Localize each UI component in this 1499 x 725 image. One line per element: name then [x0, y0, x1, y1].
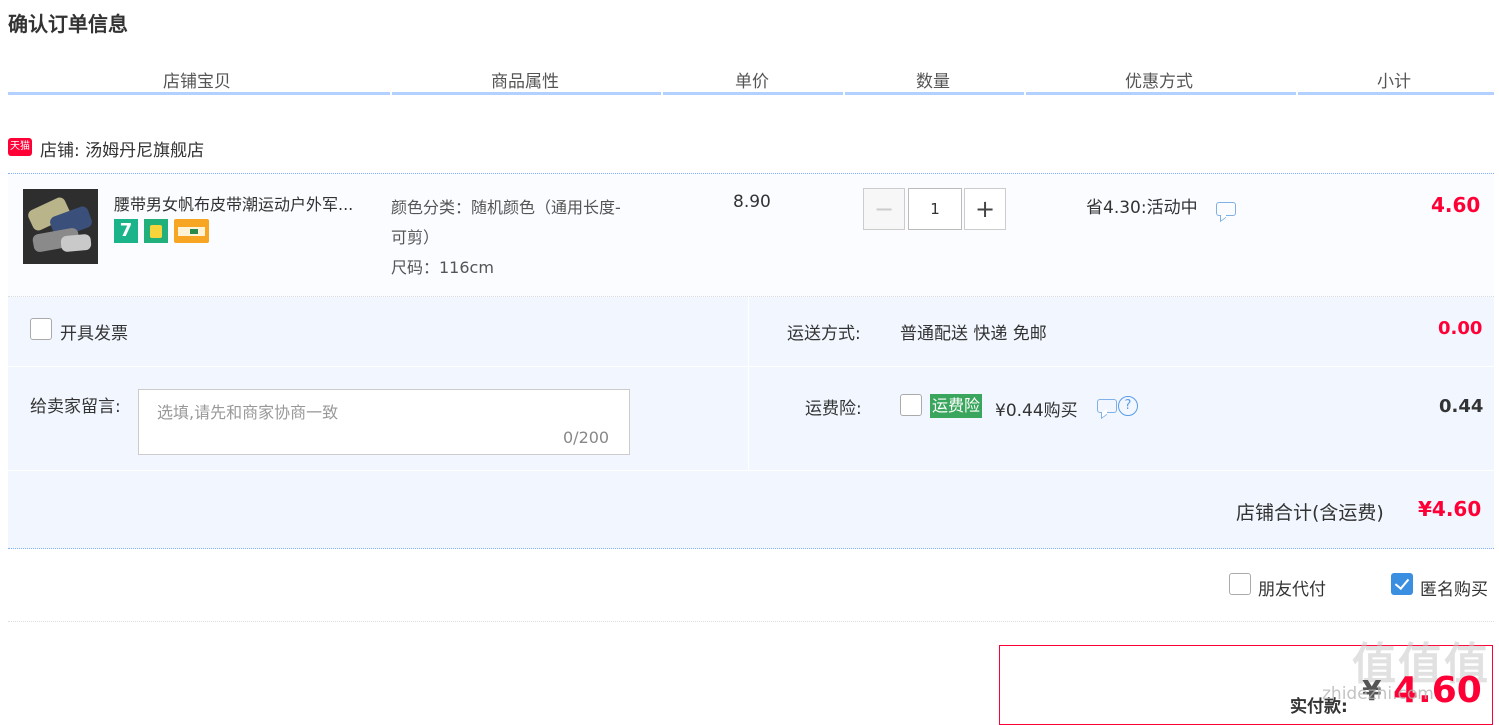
- attr-color-cont: 可剪）: [391, 228, 440, 247]
- divider: [8, 470, 1494, 471]
- friend-pay-checkbox[interactable]: [1229, 573, 1251, 595]
- header-subtotal: 小计: [1377, 72, 1411, 92]
- invoice-checkbox[interactable]: [30, 318, 52, 340]
- item-subtotal: 4.60: [1431, 193, 1481, 217]
- anonymous-checkbox[interactable]: [1391, 573, 1413, 595]
- tmall-icon: 天猫: [8, 138, 32, 156]
- header-underline: [1026, 92, 1296, 95]
- product-thumbnail[interactable]: [23, 189, 98, 264]
- insurance-price[interactable]: ¥0.44购买: [995, 396, 1078, 421]
- insurance-label: 运费险:: [805, 399, 862, 419]
- shipping-cost: 0.00: [1438, 318, 1483, 339]
- divider: [8, 366, 1494, 367]
- shop-total-value: ¥4.60: [1418, 497, 1482, 521]
- attr-color: 颜色分类：随机颜色（通用长度-: [391, 198, 621, 217]
- header-attributes: 商品属性: [491, 72, 559, 92]
- shop-total-label: 店铺合计(含运费): [1236, 502, 1384, 524]
- seven-day-return-icon[interactable]: 7: [114, 219, 138, 243]
- quantity-increase-button[interactable]: +: [964, 188, 1006, 230]
- promotion-text: 省4.30:活动中: [1086, 198, 1198, 218]
- insurance-tag: 运费险: [930, 394, 983, 418]
- page-title: 确认订单信息: [8, 12, 128, 36]
- shop-name-link[interactable]: 店铺: 汤姆丹尼旗舰店: [40, 136, 204, 161]
- header-underline: [1298, 92, 1494, 95]
- message-placeholder: 选填,请先和商家协商一致: [157, 403, 339, 422]
- header-underline: [392, 92, 661, 95]
- header-discount: 优惠方式: [1125, 72, 1193, 92]
- header-quantity: 数量: [916, 72, 950, 92]
- divider: [748, 297, 749, 470]
- divider: [8, 621, 1494, 623]
- message-char-count: 0/200: [563, 428, 610, 447]
- shipping-label: 运送方式:: [787, 324, 861, 344]
- attr-size: 尺码：116cm: [391, 258, 494, 277]
- unit-price: 8.90: [733, 192, 771, 212]
- header-unit-price: 单价: [735, 72, 769, 92]
- credit-card-icon[interactable]: [174, 219, 209, 243]
- chat-icon[interactable]: [1097, 399, 1117, 413]
- header-underline: [8, 92, 390, 95]
- insurance-cost: 0.44: [1439, 396, 1484, 417]
- friend-pay-label[interactable]: 朋友代付: [1258, 575, 1326, 600]
- anonymous-label[interactable]: 匿名购买: [1420, 575, 1488, 600]
- shipping-method[interactable]: 普通配送 快递 免邮: [900, 319, 1047, 344]
- quantity-decrease-button[interactable]: −: [863, 188, 905, 230]
- quantity-input[interactable]: 1: [908, 188, 962, 230]
- invoice-label[interactable]: 开具发票: [60, 319, 128, 344]
- product-title-link[interactable]: 腰带男女帆布皮带潮运动户外军...: [114, 191, 386, 215]
- help-icon[interactable]: ?: [1118, 396, 1138, 416]
- insurance-checkbox[interactable]: [900, 394, 922, 416]
- header-underline: [663, 92, 843, 95]
- chat-icon[interactable]: [1216, 202, 1236, 216]
- header-underline: [845, 92, 1024, 95]
- message-label: 给卖家留言:: [30, 397, 121, 417]
- header-shop-item: 店铺宝贝: [163, 72, 231, 92]
- service-guarantee-icon[interactable]: [144, 219, 168, 243]
- watermark-url: zhidezhi.com: [1322, 684, 1434, 704]
